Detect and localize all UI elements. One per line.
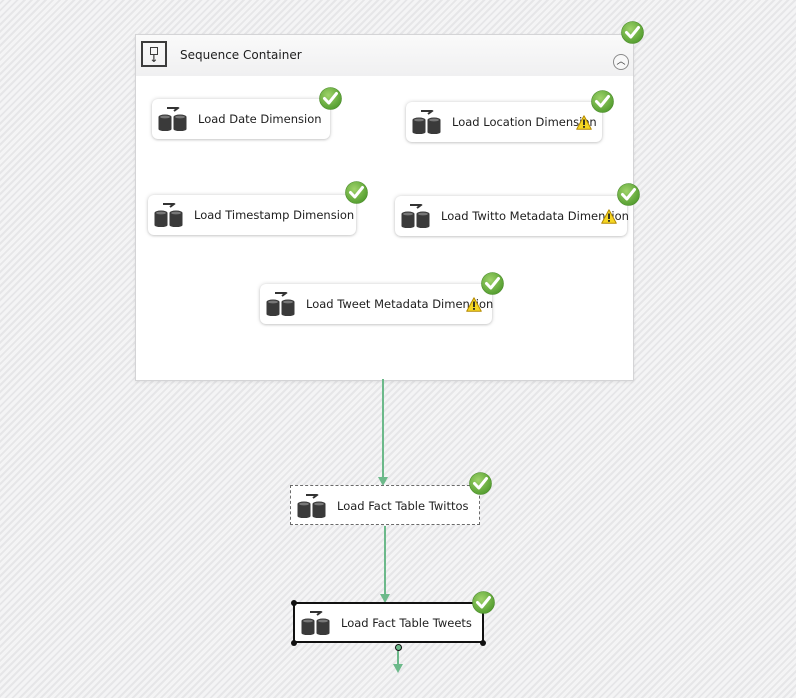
precedence-constraint-success[interactable] <box>384 526 386 595</box>
resize-handle[interactable] <box>291 600 297 606</box>
resize-handle[interactable] <box>291 640 297 646</box>
data-flow-task-icon <box>154 203 184 227</box>
sequence-container-header[interactable]: ↓ Sequence Container ︿ <box>136 35 633 76</box>
data-flow-task-icon <box>301 611 331 635</box>
data-flow-task-icon <box>266 292 296 316</box>
warning-icon <box>576 115 592 130</box>
success-check-icon <box>319 87 342 110</box>
task-label: Load Date Dimension <box>198 112 322 126</box>
precedence-constraint-success[interactable] <box>382 379 384 478</box>
task-load-timestamp-dimension[interactable]: Load Timestamp Dimension <box>148 195 356 235</box>
arrow-head-icon <box>393 664 403 673</box>
task-load-fact-table-tweets[interactable]: Load Fact Table Tweets <box>293 602 484 643</box>
container-success-check-icon <box>621 21 644 44</box>
warning-icon <box>466 297 482 312</box>
task-load-fact-table-twittos[interactable]: Load Fact Table Twittos <box>290 485 480 525</box>
success-check-icon <box>345 181 368 204</box>
sequence-container-icon: ↓ <box>141 41 167 67</box>
task-load-location-dimension[interactable]: Load Location Dimension <box>406 102 602 142</box>
data-flow-task-icon <box>401 204 431 228</box>
resize-handle[interactable] <box>480 640 486 646</box>
success-check-icon <box>469 472 492 495</box>
connector-anchor[interactable] <box>395 644 402 651</box>
task-label: Load Fact Table Tweets <box>341 616 472 630</box>
task-load-date-dimension[interactable]: Load Date Dimension <box>152 99 330 139</box>
sequence-container[interactable]: ↓ Sequence Container ︿ Load Date Dimensi… <box>135 34 634 381</box>
task-label: Load Location Dimension <box>452 115 597 129</box>
task-load-tweet-metadata-dimension[interactable]: Load Tweet Metadata Dimension <box>260 284 493 324</box>
success-check-icon <box>617 183 640 206</box>
task-load-twitto-metadata-dimension[interactable]: Load Twitto Metadata Dimension <box>395 196 629 236</box>
task-label: Load Fact Table Twittos <box>337 499 469 513</box>
success-check-icon <box>481 272 504 295</box>
data-flow-task-icon <box>297 494 327 518</box>
data-flow-task-icon <box>158 107 188 131</box>
success-check-icon <box>472 591 495 614</box>
sequence-container-title: Sequence Container <box>180 48 302 62</box>
success-check-icon <box>591 90 614 113</box>
data-flow-task-icon <box>412 110 442 134</box>
precedence-constraint-outgoing[interactable] <box>397 651 399 665</box>
task-label: Load Timestamp Dimension <box>194 208 355 222</box>
chevron-up-icon[interactable]: ︿ <box>613 54 629 70</box>
warning-icon <box>601 209 617 224</box>
